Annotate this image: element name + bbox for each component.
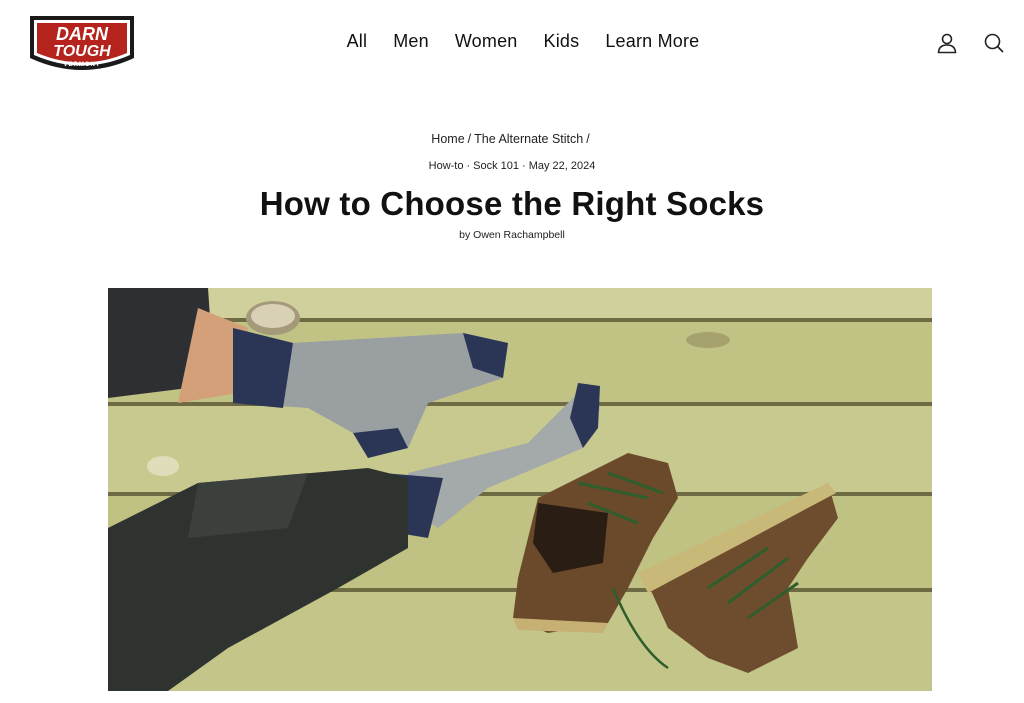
account-button[interactable] [934,30,960,56]
search-button[interactable] [981,30,1007,56]
nav-item-women[interactable]: Women [455,31,518,52]
breadcrumb-separator: / [586,132,590,146]
nav-item-men[interactable]: Men [393,31,429,52]
breadcrumb-separator: / [467,132,472,146]
article-meta: How-to · Sock 101 · May 22, 2024 [0,160,1024,172]
article-title: How to Choose the Right Socks [259,185,765,222]
meta-separator: · [522,160,526,172]
nav-item-all[interactable]: All [347,31,368,52]
tag-how-to[interactable]: How-to [429,160,464,172]
article-byline: by Owen Rachampbell [459,229,565,241]
search-icon [984,33,1004,53]
logo-line-3: VERMONT [64,62,101,68]
site-header: DARN TOUGH VERMONT All Men Women Kids Le… [0,0,1024,84]
account-icon [937,33,957,54]
tag-sock-101[interactable]: Sock 101 [473,160,519,172]
nav-item-kids[interactable]: Kids [544,31,580,52]
breadcrumb: Home / The Alternate Stitch / [0,132,1024,146]
nav-item-learn-more[interactable]: Learn More [605,31,699,52]
hero-image [108,288,932,691]
breadcrumb-home[interactable]: Home [431,132,464,146]
main-nav: All Men Women Kids Learn More [0,31,1024,52]
article-date: May 22, 2024 [528,160,596,172]
meta-separator: · [466,160,471,172]
breadcrumb-section[interactable]: The Alternate Stitch [474,132,583,146]
